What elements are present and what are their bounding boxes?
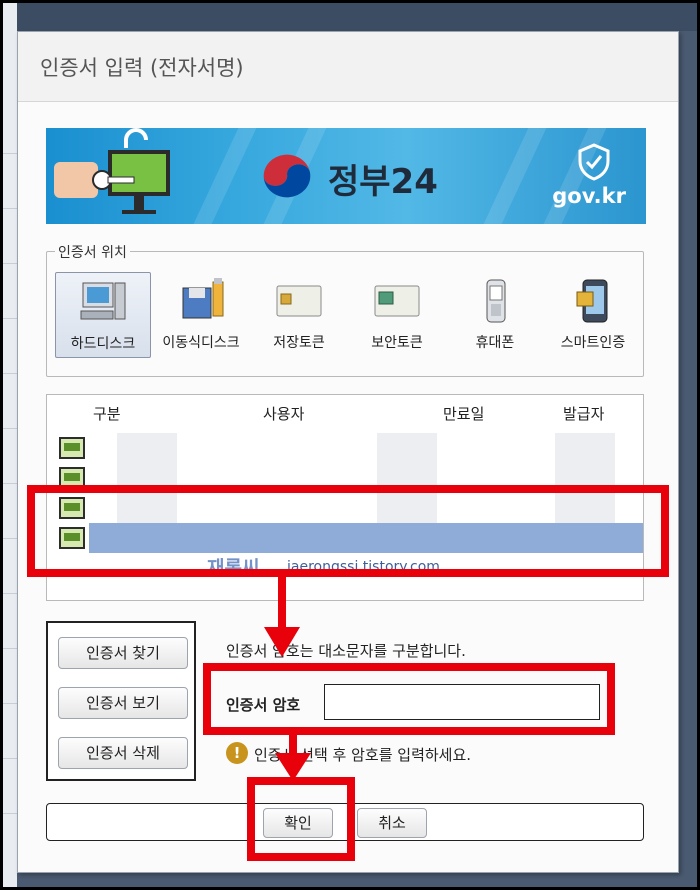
removable-disk-icon [182,278,224,319]
mobile-phone-icon [486,279,506,323]
background-header [17,3,697,31]
smart-auth-icon [576,279,608,323]
location-removable-disk[interactable]: 이동식디스크 [153,272,249,358]
monitor-unlock-icon [54,128,170,214]
location-label: 하드디스크 [70,336,136,352]
dialog-title: 인증서 입력 (전자서명) [40,56,244,80]
location-label: 저장토큰 [273,335,325,351]
column-expiry: 만료일 [443,405,485,423]
location-label: 이동식디스크 [162,335,240,351]
location-label: 스마트인증 [560,335,626,351]
certificate-row[interactable] [47,433,643,463]
location-legend: 인증서 위치 [55,242,130,262]
highlight-selected-row [27,485,669,577]
storage-token-icon [276,285,322,317]
warning-icon: ! [226,742,248,764]
view-certificate-button[interactable]: 인증서 보기 [58,687,188,719]
dialog-titlebar: 인증서 입력 (전자서명) [18,32,678,102]
brand-domain: gov.kr [552,184,626,208]
cancel-button[interactable]: 취소 [357,808,427,838]
highlight-confirm-button [247,777,355,861]
find-certificate-button[interactable]: 인증서 찾기 [58,637,188,669]
column-user: 사용자 [263,405,305,423]
brand-name: 정부24 [328,162,438,202]
certificate-list-header: 구분 사용자 만료일 발급자 [47,395,643,429]
highlight-password-field [203,663,615,735]
delete-certificate-button[interactable]: 인증서 삭제 [58,737,188,769]
location-label: 휴대폰 [475,335,515,351]
certificate-location-group: 인증서 위치 하드디스크 이동식디스크 저장토큰 보안토큰 휴대폰 스마트인증 [46,242,644,377]
security-token-icon [374,285,420,317]
certificate-icon [59,437,85,459]
certificate-dialog: 인증서 입력 (전자서명) 정부24 gov.kr 인증서 위치 하드디스크 이… [17,31,679,873]
location-storage-token[interactable]: 저장토큰 [251,272,347,358]
background-page-strip [3,3,17,887]
shield-check-icon [578,143,610,181]
arrow-head-1 [264,627,300,657]
location-smart-auth[interactable]: 스마트인증 [545,272,641,358]
column-issuer: 발급자 [563,405,605,423]
certificate-action-panel: 인증서 찾기 인증서 보기 인증서 삭제 [46,621,196,781]
gov24-banner: 정부24 gov.kr [46,128,646,224]
taegeuk-logo-icon [263,154,311,198]
location-label: 보안토큰 [371,335,423,351]
column-type: 구분 [93,405,121,423]
location-hard-disk[interactable]: 하드디스크 [55,272,151,358]
location-security-token[interactable]: 보안토큰 [349,272,445,358]
location-mobile-phone[interactable]: 휴대폰 [447,272,543,358]
screenshot-frame: 인증서 입력 (전자서명) 정부24 gov.kr 인증서 위치 하드디스크 이… [0,0,700,890]
hard-disk-icon [80,282,126,320]
case-sensitive-note: 인증서 암호는 대소문자를 구분합니다. [226,642,466,660]
